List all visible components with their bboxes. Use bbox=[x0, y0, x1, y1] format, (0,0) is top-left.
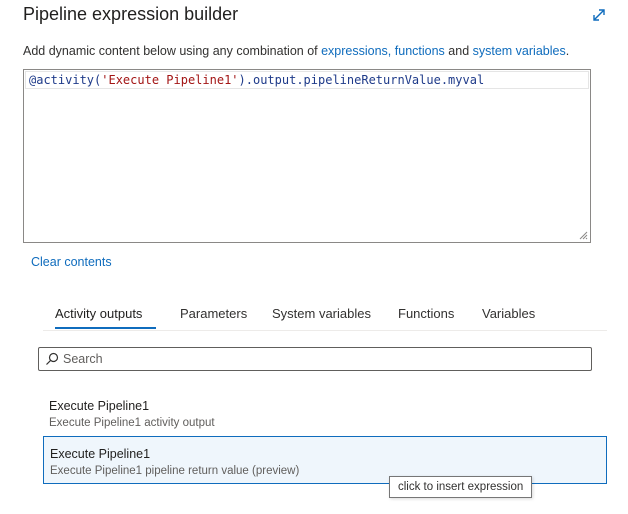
tab-activity-outputs[interactable]: Activity outputs bbox=[55, 306, 142, 321]
description-prefix: Add dynamic content below using any comb… bbox=[23, 44, 322, 58]
description-and: and bbox=[444, 44, 473, 58]
clear-contents-link[interactable]: Clear contents bbox=[31, 255, 112, 269]
list-item-name: Execute Pipeline1 bbox=[50, 447, 151, 461]
expression-code[interactable]: @activity('Execute Pipeline1').output.pi… bbox=[29, 73, 484, 87]
tab-variables[interactable]: Variables bbox=[482, 306, 535, 321]
code-string-token: 'Execute Pipeline1' bbox=[101, 73, 239, 87]
search-input[interactable] bbox=[63, 350, 583, 368]
expand-icon[interactable] bbox=[590, 6, 608, 24]
functions-link[interactable]: functions bbox=[395, 44, 445, 58]
insert-expression-tooltip: click to insert expression bbox=[389, 476, 533, 498]
list-item-subtitle: Execute Pipeline1 pipeline return value … bbox=[50, 465, 300, 477]
panel-title: Pipeline expression builder bbox=[23, 4, 239, 24]
system-variables-link[interactable]: system variables bbox=[473, 44, 566, 58]
code-function-token: @activity( bbox=[29, 73, 102, 87]
tab-functions[interactable]: Functions bbox=[398, 306, 454, 321]
resize-grip-icon[interactable] bbox=[578, 230, 588, 240]
expressions-link[interactable]: expressions, bbox=[321, 44, 391, 58]
description-suffix: . bbox=[565, 44, 570, 58]
tab-system-variables[interactable]: System variables bbox=[272, 306, 371, 321]
active-tab-indicator bbox=[55, 327, 156, 329]
description-text: Add dynamic content below using any comb… bbox=[23, 44, 569, 58]
list-item-subtitle: Execute Pipeline1 activity output bbox=[49, 417, 215, 429]
search-box[interactable] bbox=[38, 347, 592, 371]
list-item-activity-output[interactable]: Execute Pipeline1 Execute Pipeline1 acti… bbox=[43, 389, 607, 437]
list-item-name: Execute Pipeline1 bbox=[49, 399, 150, 413]
search-icon bbox=[46, 352, 59, 365]
tab-parameters[interactable]: Parameters bbox=[180, 306, 247, 321]
expression-editor[interactable]: @activity('Execute Pipeline1').output.pi… bbox=[23, 69, 591, 243]
code-property-token: ).output.pipelineReturnValue.myval bbox=[238, 73, 485, 87]
tab-bar: Activity outputs Parameters System varia… bbox=[43, 298, 607, 331]
